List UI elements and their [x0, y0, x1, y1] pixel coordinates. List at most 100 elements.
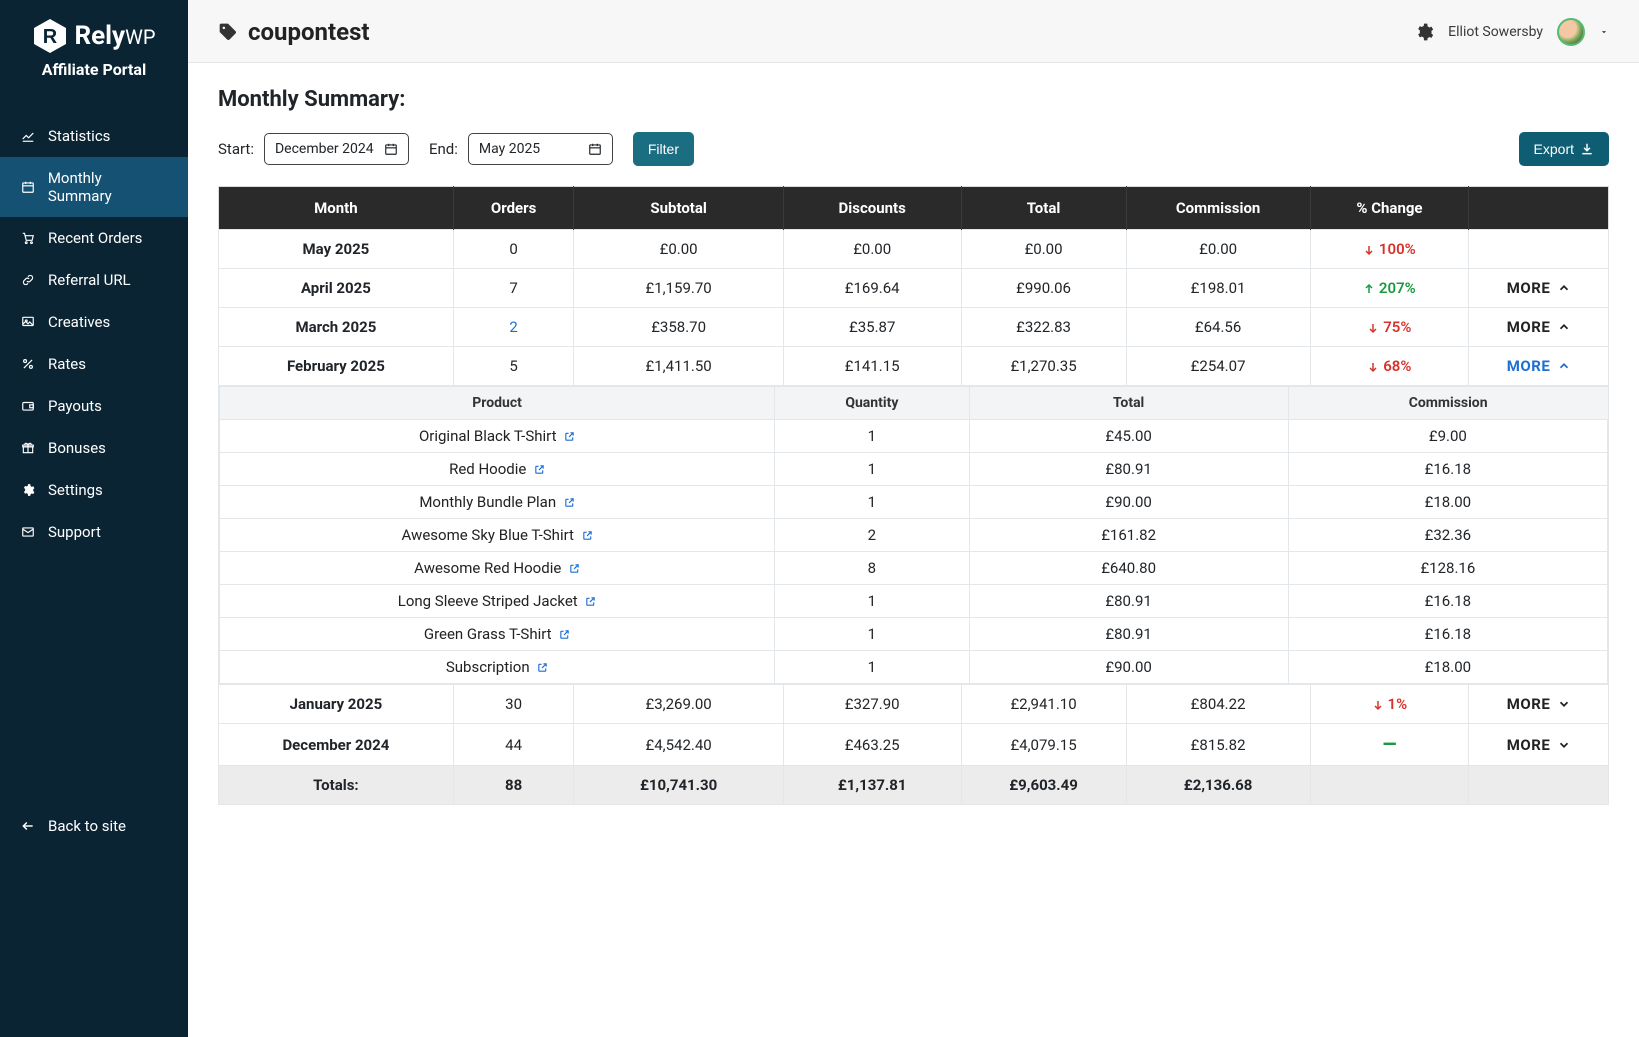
- sidebar-item-payouts[interactable]: Payouts: [0, 385, 188, 427]
- cell-total: £322.83: [961, 308, 1126, 347]
- detail-total: £90.00: [969, 486, 1288, 519]
- detail-qty: 1: [775, 651, 969, 684]
- cell-change: 207%: [1310, 269, 1469, 308]
- cell-month: February 2025: [219, 347, 454, 386]
- back-to-site[interactable]: Back to site: [0, 805, 188, 847]
- product-link[interactable]: Awesome Red Hoodie: [414, 559, 580, 577]
- detail-total: £90.00: [969, 651, 1288, 684]
- filter-button[interactable]: Filter: [633, 132, 694, 166]
- cell-orders: 44: [453, 724, 574, 766]
- totals-row: Totals:88£10,741.30£1,137.81£9,603.49£2,…: [219, 766, 1609, 805]
- cell-commission: £804.22: [1126, 685, 1310, 724]
- detail-item: Green Grass T-Shirt 1£80.91£16.18: [220, 618, 1608, 651]
- detail-product: Green Grass T-Shirt: [220, 618, 775, 651]
- detail-commission: £9.00: [1288, 420, 1607, 453]
- detail-qty: 1: [775, 486, 969, 519]
- column-header: Month: [219, 187, 454, 230]
- product-link[interactable]: Original Black T-Shirt: [419, 427, 575, 445]
- end-label: End:: [429, 140, 458, 158]
- sidebar-item-bonuses[interactable]: Bonuses: [0, 427, 188, 469]
- sidebar-item-label: Rates: [48, 355, 86, 373]
- caret-down-icon[interactable]: [1599, 27, 1609, 37]
- cell-more: MORE: [1469, 347, 1609, 386]
- external-link-icon: [534, 463, 545, 477]
- detail-commission: £16.18: [1288, 585, 1607, 618]
- cell-commission: £254.07: [1126, 347, 1310, 386]
- table-row: January 202530£3,269.00£327.90£2,941.10£…: [219, 685, 1609, 724]
- gear-icon[interactable]: [1414, 22, 1434, 42]
- link-icon: [20, 272, 36, 288]
- sidebar-item-monthly-summary[interactable]: Monthly Summary: [0, 157, 188, 217]
- detail-qty: 1: [775, 585, 969, 618]
- product-link[interactable]: Red Hoodie: [449, 460, 545, 478]
- column-header: Commission: [1126, 187, 1310, 230]
- more-toggle[interactable]: MORE: [1507, 279, 1571, 297]
- download-icon: [1580, 142, 1594, 156]
- product-link[interactable]: Subscription: [446, 658, 548, 676]
- calendar-icon: [384, 142, 398, 156]
- sidebar-item-label: Monthly Summary: [48, 169, 168, 205]
- detail-total: £80.91: [969, 618, 1288, 651]
- start-date-input[interactable]: December 2024: [264, 133, 409, 165]
- detail-qty: 1: [775, 618, 969, 651]
- detail-product: Long Sleeve Striped Jacket: [220, 585, 775, 618]
- logo-mark-icon: R: [32, 18, 68, 54]
- user-name[interactable]: Elliot Sowersby: [1448, 24, 1543, 40]
- cell-subtotal: £1,159.70: [574, 269, 783, 308]
- sidebar-item-creatives[interactable]: Creatives: [0, 301, 188, 343]
- sidebar-item-label: Referral URL: [48, 271, 131, 289]
- cell-more: MORE: [1469, 308, 1609, 347]
- cell-subtotal: £1,411.50: [574, 347, 783, 386]
- column-header: [1469, 187, 1609, 230]
- change-neutral: —: [1383, 734, 1397, 755]
- more-toggle[interactable]: MORE: [1507, 318, 1571, 336]
- section-title: Monthly Summary:: [218, 87, 1609, 112]
- detail-product: Awesome Red Hoodie: [220, 552, 775, 585]
- sidebar-item-referral-url[interactable]: Referral URL: [0, 259, 188, 301]
- more-toggle[interactable]: MORE: [1507, 357, 1571, 375]
- product-link[interactable]: Monthly Bundle Plan: [419, 493, 575, 511]
- cell-discounts: £35.87: [783, 308, 961, 347]
- export-button[interactable]: Export: [1519, 132, 1609, 166]
- detail-total: £640.80: [969, 552, 1288, 585]
- avatar[interactable]: [1557, 18, 1585, 46]
- end-date-input[interactable]: May 2025: [468, 133, 613, 165]
- sidebar-item-support[interactable]: Support: [0, 511, 188, 553]
- cell-more: MORE: [1469, 685, 1609, 724]
- cell-more: MORE: [1469, 269, 1609, 308]
- product-link[interactable]: Green Grass T-Shirt: [424, 625, 570, 643]
- detail-product: Original Black T-Shirt: [220, 420, 775, 453]
- sidebar-item-settings[interactable]: Settings: [0, 469, 188, 511]
- summary-table: MonthOrdersSubtotalDiscountsTotalCommiss…: [218, 186, 1609, 805]
- orders-link[interactable]: 2: [509, 318, 517, 336]
- detail-qty: 8: [775, 552, 969, 585]
- detail-qty: 1: [775, 453, 969, 486]
- back-to-site-label: Back to site: [48, 817, 126, 835]
- detail-table: ProductQuantityTotalCommissionOriginal B…: [219, 386, 1608, 684]
- more-toggle[interactable]: MORE: [1507, 736, 1571, 754]
- sidebar-item-recent-orders[interactable]: Recent Orders: [0, 217, 188, 259]
- wallet-icon: [20, 398, 36, 414]
- image-icon: [20, 314, 36, 330]
- detail-commission: £18.00: [1288, 486, 1607, 519]
- detail-total: £80.91: [969, 453, 1288, 486]
- detail-item: Awesome Red Hoodie 8£640.80£128.16: [220, 552, 1608, 585]
- logo[interactable]: R RelyWP Affiliate Portal: [0, 18, 188, 93]
- change-down: 100%: [1363, 240, 1416, 258]
- cell-more: MORE: [1469, 724, 1609, 766]
- sidebar-item-rates[interactable]: Rates: [0, 343, 188, 385]
- totals-orders: 88: [453, 766, 574, 805]
- cell-total: £4,079.15: [961, 724, 1126, 766]
- cell-orders: 2: [453, 308, 574, 347]
- sidebar-item-statistics[interactable]: Statistics: [0, 115, 188, 157]
- cell-commission: £815.82: [1126, 724, 1310, 766]
- product-link[interactable]: Long Sleeve Striped Jacket: [398, 592, 597, 610]
- detail-commission: £18.00: [1288, 651, 1607, 684]
- more-toggle[interactable]: MORE: [1507, 695, 1571, 713]
- detail-total: £45.00: [969, 420, 1288, 453]
- product-link[interactable]: Awesome Sky Blue T-Shirt: [402, 526, 593, 544]
- table-row: April 20257£1,159.70£169.64£990.06£198.0…: [219, 269, 1609, 308]
- detail-product: Monthly Bundle Plan: [220, 486, 775, 519]
- sidebar-item-label: Recent Orders: [48, 229, 142, 247]
- cell-discounts: £0.00: [783, 230, 961, 269]
